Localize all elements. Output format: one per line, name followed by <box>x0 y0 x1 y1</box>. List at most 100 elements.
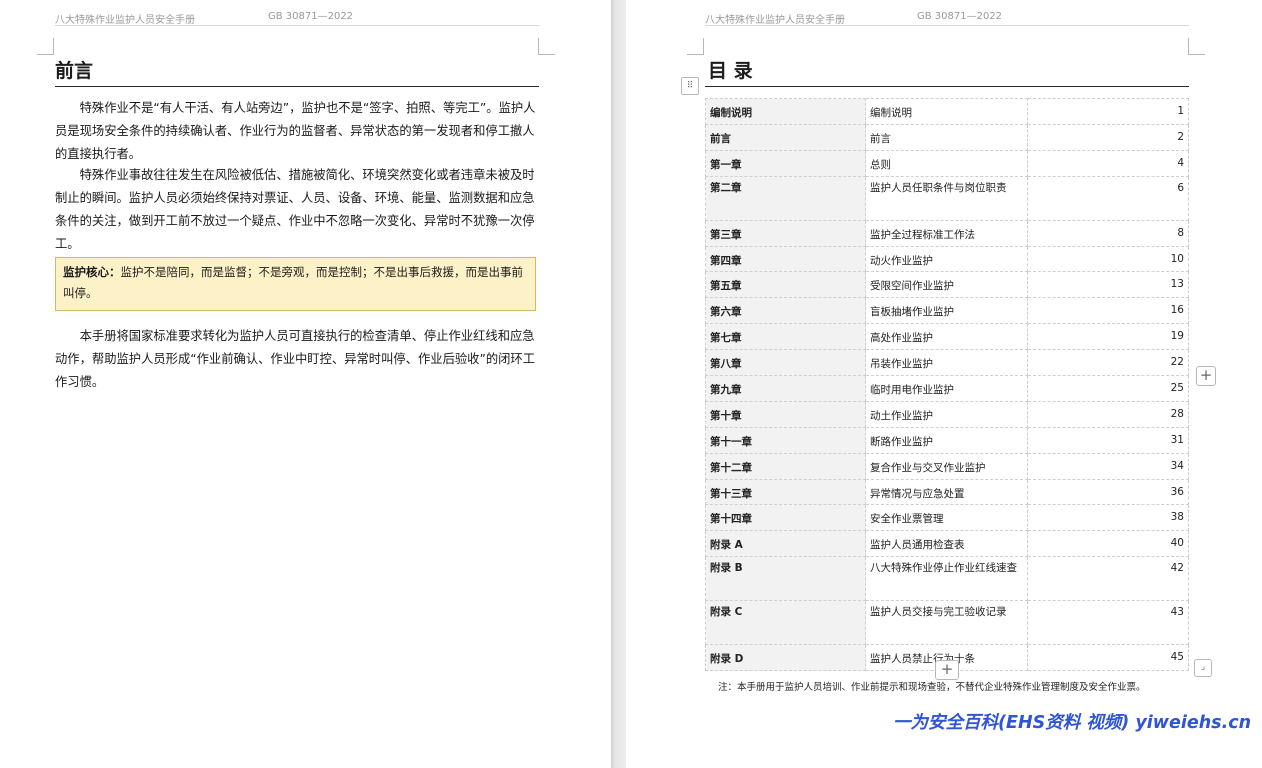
toc-section: 第八章 <box>705 349 866 377</box>
toc-row: 第十章 动土作业监护 28 <box>705 400 1189 428</box>
toc-page-number: 42 <box>1027 556 1189 602</box>
add-column-plus-icon[interactable]: + <box>1196 366 1216 386</box>
toc-section: 第二章 <box>705 175 866 221</box>
page-left: 八大特殊作业监护人员安全手册 GB 30871—2022 前言 特殊作业不是“有… <box>0 0 611 768</box>
toc-page-number: 45 <box>1027 644 1189 672</box>
toc-section: 附录 D <box>705 644 866 672</box>
toc-title: 监护人员任职条件与岗位职责 <box>865 175 1028 221</box>
toc-row: 第九章 临时用电作业监护 25 <box>705 375 1189 402</box>
toc-title: 盲板抽堵作业监护 <box>865 297 1028 325</box>
toc-title: 八大特殊作业停止作业红线速查 <box>865 556 1028 602</box>
heading-rule <box>55 86 539 87</box>
toc-footnote: 注：本手册用于监护人员培训、作业前提示和现场查验，不替代企业特殊作业管理制度及安… <box>718 682 1146 693</box>
toc-page-number: 1 <box>1027 98 1189 125</box>
header-code: GB 30871—2022 <box>917 11 1003 22</box>
toc-title: 编制说明 <box>865 98 1028 125</box>
toc-section: 第六章 <box>705 297 866 325</box>
header-code: GB 30871—2022 <box>268 11 354 22</box>
toc-title: 动土作业监护 <box>865 400 1028 428</box>
toc-row: 前言 前言 2 <box>705 123 1189 151</box>
preface-paragraph: 特殊作业事故往往发生在风险被低估、措施被简化、环境突然变化或者违章未被及时制止的… <box>55 168 535 251</box>
toc-title: 吊装作业监护 <box>865 349 1028 377</box>
toc-row: 第十三章 异常情况与应急处置 36 <box>705 478 1189 506</box>
toc-title: 总则 <box>865 149 1028 177</box>
toc-section: 附录 A <box>705 530 866 558</box>
toc-title: 复合作业与交叉作业监护 <box>865 452 1028 480</box>
toc-heading: 目 录 <box>708 60 753 82</box>
toc-page-number: 2 <box>1027 123 1189 151</box>
callout-label: 监护核心： <box>63 265 121 279</box>
toc-title: 断路作业监护 <box>865 426 1028 454</box>
toc-page-number: 16 <box>1027 297 1189 325</box>
toc-page-number: 40 <box>1027 530 1189 558</box>
drag-handle-icon[interactable]: ⠿ <box>681 77 699 95</box>
toc-row: 第八章 吊装作业监护 22 <box>705 349 1189 377</box>
header-rule <box>55 25 539 26</box>
watermark: 一为安全百科(EHS资料 视频) yiweiehs.cn <box>893 713 1252 733</box>
toc-title: 高处作业监护 <box>865 323 1028 351</box>
toc-page-number: 6 <box>1027 175 1189 221</box>
add-row-plus-icon[interactable]: + <box>935 660 959 680</box>
toc-section: 第三章 <box>705 219 866 247</box>
header-rule <box>705 25 1189 26</box>
header-title: 八大特殊作业监护人员安全手册 <box>705 15 845 26</box>
toc-row: 附录 B 八大特殊作业停止作业红线速查 42 <box>705 556 1189 602</box>
toc-row: 第六章 盲板抽堵作业监护 16 <box>705 297 1189 325</box>
toc-page-number: 43 <box>1027 600 1189 646</box>
toc-page-number: 28 <box>1027 400 1189 428</box>
toc-title: 安全作业票管理 <box>865 504 1028 532</box>
toc-title: 受限空间作业监护 <box>865 271 1028 299</box>
toc-section: 第一章 <box>705 149 866 177</box>
toc-page-number: 34 <box>1027 452 1189 480</box>
toc-row: 附录 C 监护人员交接与完工验收记录 43 <box>705 600 1189 646</box>
toc-title: 前言 <box>865 123 1028 151</box>
toc-page-number: 36 <box>1027 478 1189 506</box>
toc-row: 第七章 高处作业监护 19 <box>705 323 1189 351</box>
toc-row: 第三章 监护全过程标准工作法 8 <box>705 219 1189 247</box>
toc-section: 前言 <box>705 123 866 151</box>
toc-table: 编制说明 编制说明 1 前言 前言 2 第一章 总则 4 第二章 监护人员任职条件与岗位职责 6 第三章… <box>705 98 1189 672</box>
crop-mark <box>1188 38 1205 55</box>
toc-page-number: 8 <box>1027 219 1189 247</box>
toc-section: 第九章 <box>705 375 866 402</box>
toc-page-number: 22 <box>1027 349 1189 377</box>
resize-icon[interactable]: ⌟ <box>1194 659 1212 677</box>
callout-box: 监护核心：监护不是陪同，而是监督；不是旁观，而是控制；不是出事后救援，而是出事前… <box>55 257 536 311</box>
toc-page-number: 19 <box>1027 323 1189 351</box>
heading-rule <box>705 86 1189 87</box>
preface-heading: 前言 <box>55 60 94 82</box>
toc-row: 第二章 监护人员任职条件与岗位职责 6 <box>705 175 1189 221</box>
toc-title: 监护全过程标准工作法 <box>865 219 1028 247</box>
toc-page-number: 25 <box>1027 375 1189 402</box>
toc-section: 附录 B <box>705 556 866 602</box>
toc-page-number: 31 <box>1027 426 1189 454</box>
toc-row: 附录 A 监护人员通用检查表 40 <box>705 530 1189 558</box>
toc-title: 监护人员通用检查表 <box>865 530 1028 558</box>
callout-text: 监护不是陪同，而是监督；不是旁观，而是控制；不是出事后救援，而是出事前叫停。 <box>63 265 523 300</box>
toc-section: 第十一章 <box>705 426 866 454</box>
toc-title: 临时用电作业监护 <box>865 375 1028 402</box>
toc-section: 附录 C <box>705 600 866 646</box>
toc-page-number: 10 <box>1027 245 1189 273</box>
toc-section: 第四章 <box>705 245 866 273</box>
toc-section: 第七章 <box>705 323 866 351</box>
toc-row: 第十二章 复合作业与交叉作业监护 34 <box>705 452 1189 480</box>
toc-section: 第五章 <box>705 271 866 299</box>
toc-row: 第十一章 断路作业监护 31 <box>705 426 1189 454</box>
preface-paragraph: 本手册将国家标准要求转化为监护人员可直接执行的检查清单、停止作业红线和应急动作，… <box>55 329 536 389</box>
header-title: 八大特殊作业监护人员安全手册 <box>55 15 195 26</box>
toc-section: 第十章 <box>705 400 866 428</box>
toc-page-number: 4 <box>1027 149 1189 177</box>
preface-paragraph: 特殊作业不是“有人干活、有人站旁边”，监护也不是“签字、拍照、等完工”。监护人员… <box>55 101 536 161</box>
toc-section: 编制说明 <box>705 98 866 125</box>
toc-section: 第十四章 <box>705 504 866 532</box>
toc-row: 第一章 总则 4 <box>705 149 1189 177</box>
crop-mark <box>538 38 555 55</box>
toc-page-number: 38 <box>1027 504 1189 532</box>
toc-row: 第四章 动火作业监护 10 <box>705 245 1189 273</box>
toc-title: 动火作业监护 <box>865 245 1028 273</box>
toc-page-number: 13 <box>1027 271 1189 299</box>
toc-section: 第十二章 <box>705 452 866 480</box>
toc-row: 编制说明 编制说明 1 <box>705 98 1189 125</box>
crop-mark <box>687 38 704 55</box>
